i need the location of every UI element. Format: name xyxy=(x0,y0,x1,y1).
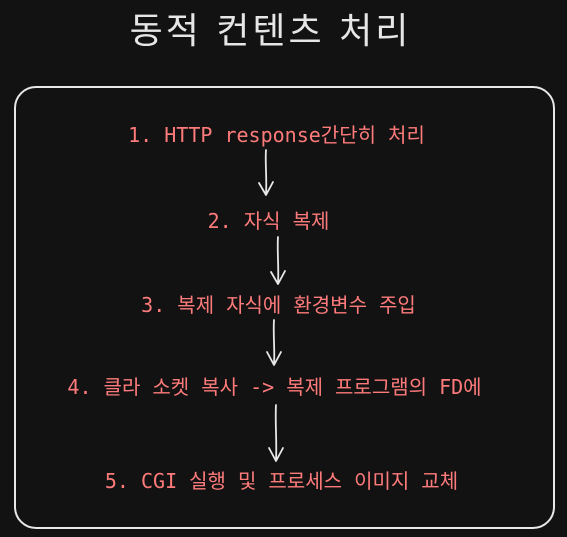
diagram-title: 동적 컨텐츠 처리 xyxy=(129,11,412,52)
step-3-inject-env: 3. 복제 자식에 환경변수 주입 xyxy=(141,293,416,317)
step-5-exec-cgi: 5. CGI 실행 및 프로세스 이미지 교체 xyxy=(104,469,459,493)
step-1-http-response: 1. HTTP response간단히 처리 xyxy=(128,123,425,147)
step-2-fork-child: 2. 자식 복제 xyxy=(207,209,330,233)
step-4-copy-socket-fd: 4. 클라 소켓 복사 -> 복제 프로그램의 FD에 xyxy=(67,375,482,399)
